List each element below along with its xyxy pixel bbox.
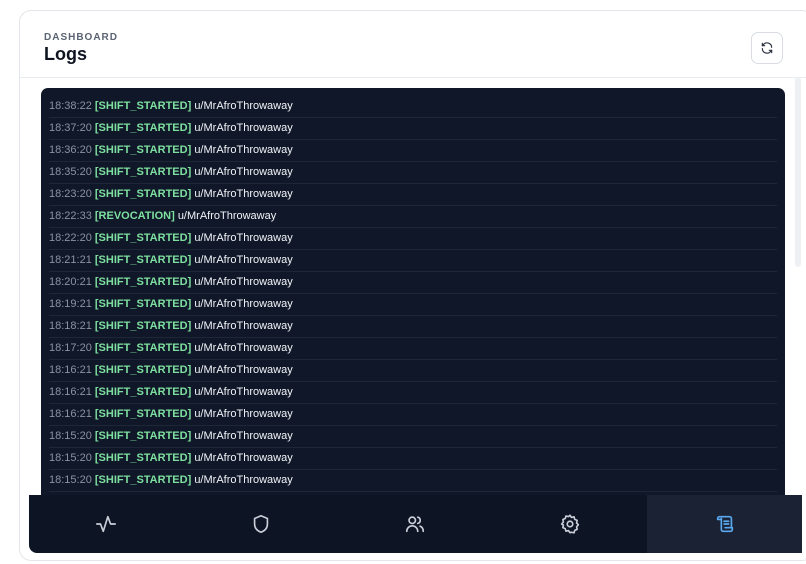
log-user: u/MrAfroThrowaway — [194, 254, 293, 266]
log-user: u/MrAfroThrowaway — [194, 122, 293, 134]
log-event: [SHIFT_STARTED] — [94, 122, 192, 134]
log-timestamp: 18:17:20 — [49, 342, 92, 354]
log-timestamp: 18:18:21 — [49, 320, 92, 332]
log-timestamp: 18:36:20 — [49, 144, 92, 156]
log-event: [SHIFT_STARTED] — [94, 232, 192, 244]
log-timestamp: 18:22:20 — [49, 232, 92, 244]
nav-item-activity[interactable] — [29, 495, 184, 553]
refresh-icon — [761, 42, 773, 54]
log-timestamp: 18:19:21 — [49, 298, 92, 310]
log-row: 18:20:21 [SHIFT_STARTED] u/MrAfroThrowaw… — [49, 272, 777, 294]
log-row: 18:19:21 [SHIFT_STARTED] u/MrAfroThrowaw… — [49, 294, 777, 316]
log-user: u/MrAfroThrowaway — [194, 430, 293, 442]
log-timestamp: 18:15:20 — [49, 452, 92, 464]
log-row: 18:17:20 [SHIFT_STARTED] u/MrAfroThrowaw… — [49, 338, 777, 360]
logs-card: DASHBOARD Logs 18:38:22 [SHIFT_STARTED] … — [19, 10, 806, 561]
log-timestamp: 18:37:20 — [49, 122, 92, 134]
bottom-nav — [29, 495, 802, 553]
log-user: u/MrAfroThrowaway — [194, 144, 293, 156]
log-event: [SHIFT_STARTED] — [94, 254, 192, 266]
log-timestamp: 18:35:20 — [49, 166, 92, 178]
log-event: [SHIFT_STARTED] — [94, 342, 192, 354]
log-row: 18:15:20 [SHIFT_STARTED] u/MrAfroThrowaw… — [49, 426, 777, 448]
log-row: 18:22:20 [SHIFT_STARTED] u/MrAfroThrowaw… — [49, 228, 777, 250]
breadcrumb: DASHBOARD — [44, 32, 118, 43]
settings-icon — [560, 514, 580, 534]
scrollbar[interactable] — [795, 77, 801, 267]
nav-item-users[interactable] — [338, 495, 493, 553]
log-row: 18:15:20 [SHIFT_STARTED] u/MrAfroThrowaw… — [49, 470, 777, 492]
log-user: u/MrAfroThrowaway — [194, 408, 293, 420]
page-title: Logs — [44, 44, 87, 64]
log-user: u/MrAfroThrowaway — [177, 210, 277, 222]
log-event: [SHIFT_STARTED] — [94, 430, 192, 442]
log-row: 18:38:22 [SHIFT_STARTED] u/MrAfroThrowaw… — [49, 96, 777, 118]
log-event: [SHIFT_STARTED] — [94, 144, 192, 156]
nav-item-logs[interactable] — [647, 495, 802, 553]
log-event: [SHIFT_STARTED] — [94, 408, 192, 420]
log-event: [SHIFT_STARTED] — [94, 386, 192, 398]
log-list: 18:38:22 [SHIFT_STARTED] u/MrAfroThrowaw… — [49, 96, 777, 492]
log-user: u/MrAfroThrowaway — [194, 474, 293, 486]
log-timestamp: 18:21:21 — [49, 254, 92, 266]
log-timestamp: 18:15:20 — [49, 430, 92, 442]
log-event: [SHIFT_STARTED] — [94, 474, 192, 486]
refresh-button[interactable] — [751, 32, 783, 64]
nav-item-shield[interactable] — [184, 495, 339, 553]
log-timestamp: 18:23:20 — [49, 188, 92, 200]
log-user: u/MrAfroThrowaway — [194, 298, 293, 310]
log-row: 18:36:20 [SHIFT_STARTED] u/MrAfroThrowaw… — [49, 140, 777, 162]
log-user: u/MrAfroThrowaway — [194, 364, 293, 376]
log-user: u/MrAfroThrowaway — [194, 232, 293, 244]
log-timestamp: 18:16:21 — [49, 386, 92, 398]
shield-icon — [253, 514, 269, 534]
log-event: [SHIFT_STARTED] — [94, 100, 192, 112]
log-user: u/MrAfroThrowaway — [194, 342, 293, 354]
log-timestamp: 18:38:22 — [49, 100, 92, 112]
log-row: 18:16:21 [SHIFT_STARTED] u/MrAfroThrowaw… — [49, 382, 777, 404]
log-event: [SHIFT_STARTED] — [94, 452, 192, 464]
log-event: [SHIFT_STARTED] — [94, 364, 192, 376]
log-event: [SHIFT_STARTED] — [94, 276, 192, 288]
scroll-icon — [716, 515, 733, 533]
log-user: u/MrAfroThrowaway — [194, 276, 293, 288]
log-user: u/MrAfroThrowaway — [194, 386, 293, 398]
log-user: u/MrAfroThrowaway — [194, 188, 293, 200]
log-event: [REVOCATION] — [94, 210, 175, 222]
log-user: u/MrAfroThrowaway — [194, 452, 293, 464]
log-row: 18:23:20 [SHIFT_STARTED] u/MrAfroThrowaw… — [49, 184, 777, 206]
activity-icon — [96, 515, 117, 533]
log-user: u/MrAfroThrowaway — [194, 320, 293, 332]
log-event: [SHIFT_STARTED] — [94, 298, 192, 310]
log-user: u/MrAfroThrowaway — [194, 166, 293, 178]
log-timestamp: 18:22:33 — [49, 210, 92, 222]
log-event: [SHIFT_STARTED] — [94, 188, 192, 200]
log-event: [SHIFT_STARTED] — [94, 166, 192, 178]
page-header: DASHBOARD Logs — [20, 11, 806, 78]
log-row: 18:22:33 [REVOCATION] u/MrAfroThrowaway — [49, 206, 777, 228]
log-user: u/MrAfroThrowaway — [194, 100, 293, 112]
log-row: 18:15:20 [SHIFT_STARTED] u/MrAfroThrowaw… — [49, 448, 777, 470]
log-console[interactable]: 18:38:22 [SHIFT_STARTED] u/MrAfroThrowaw… — [41, 88, 785, 518]
log-row: 18:21:21 [SHIFT_STARTED] u/MrAfroThrowaw… — [49, 250, 777, 272]
log-timestamp: 18:16:21 — [49, 364, 92, 376]
nav-item-settings[interactable] — [493, 495, 648, 553]
users-icon — [406, 516, 425, 533]
log-row: 18:35:20 [SHIFT_STARTED] u/MrAfroThrowaw… — [49, 162, 777, 184]
log-row: 18:18:21 [SHIFT_STARTED] u/MrAfroThrowaw… — [49, 316, 777, 338]
log-row: 18:16:21 [SHIFT_STARTED] u/MrAfroThrowaw… — [49, 360, 777, 382]
log-timestamp: 18:16:21 — [49, 408, 92, 420]
log-timestamp: 18:15:20 — [49, 474, 92, 486]
log-row: 18:37:20 [SHIFT_STARTED] u/MrAfroThrowaw… — [49, 118, 777, 140]
log-timestamp: 18:20:21 — [49, 276, 92, 288]
log-event: [SHIFT_STARTED] — [94, 320, 192, 332]
log-row: 18:16:21 [SHIFT_STARTED] u/MrAfroThrowaw… — [49, 404, 777, 426]
